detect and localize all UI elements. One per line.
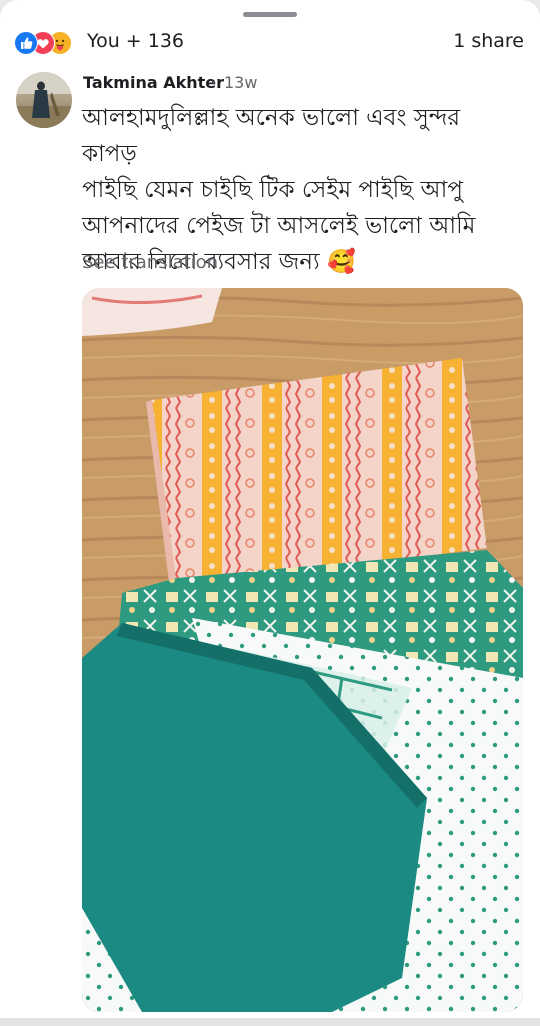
reaction-count[interactable]: You + 136 [87, 30, 184, 52]
share-count[interactable]: 1 share [453, 30, 524, 52]
comment-time: 13w [224, 73, 258, 92]
separator-dot: · [211, 73, 217, 92]
reactions-row: You + 136 1 share [14, 28, 526, 58]
bottom-bar [0, 1018, 540, 1026]
comment-photo[interactable] [82, 288, 523, 1012]
fabric-photo-illustration [82, 288, 523, 1012]
comment-sheet: You + 136 1 share Takmina Akhter · 13w আ… [0, 0, 540, 1018]
see-translation-link[interactable]: See translation [82, 252, 218, 273]
author-name[interactable]: Takmina Akhter [83, 73, 224, 92]
drag-handle[interactable] [243, 12, 297, 17]
like-icon [14, 31, 38, 55]
avatar[interactable] [16, 72, 72, 128]
reaction-icons[interactable] [14, 31, 84, 55]
